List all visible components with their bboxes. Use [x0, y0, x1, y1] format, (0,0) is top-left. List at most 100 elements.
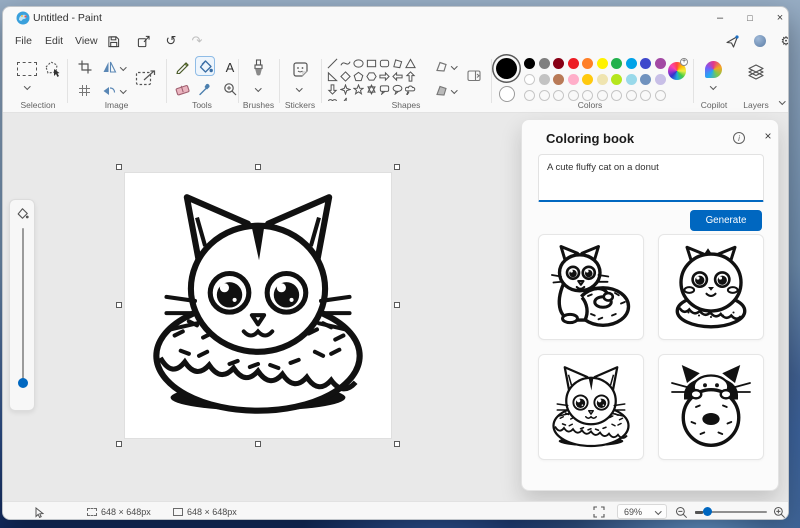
shape-rectangle[interactable] — [365, 57, 378, 70]
selection-handle[interactable] — [116, 441, 122, 447]
drawing-canvas[interactable] — [116, 164, 400, 447]
undo-icon[interactable]: ↺ — [162, 32, 180, 50]
palette-color[interactable] — [625, 58, 637, 69]
shape-hexagon[interactable] — [365, 70, 378, 83]
pencil-tool-icon[interactable] — [172, 57, 192, 77]
shape-pentagon[interactable] — [352, 70, 365, 83]
selection-handle[interactable] — [255, 441, 261, 447]
selection-handle[interactable] — [116, 164, 122, 170]
palette-color[interactable] — [553, 74, 564, 85]
text-tool-icon[interactable]: A — [220, 57, 240, 77]
rotate-dropdown-chevron[interactable] — [120, 87, 127, 94]
ribbon-collapse-chevron[interactable] — [779, 98, 786, 105]
shape-oval-callout[interactable] — [391, 83, 404, 96]
redo-icon[interactable]: ↷ — [188, 32, 206, 50]
zoom-in-icon[interactable] — [773, 502, 786, 519]
fill-tool-icon[interactable] — [195, 56, 215, 76]
palette-color[interactable] — [582, 58, 593, 69]
zoom-slider-thumb[interactable] — [703, 507, 712, 516]
palette-color[interactable] — [596, 74, 608, 85]
shape-curve[interactable] — [339, 57, 352, 70]
copilot-dropdown-chevron[interactable] — [710, 83, 717, 90]
shape-diamond[interactable] — [339, 70, 352, 83]
generated-thumbnail-2[interactable] — [658, 234, 764, 340]
generated-thumbnail-1[interactable] — [538, 234, 644, 340]
selection-handle[interactable] — [394, 164, 400, 170]
brushes-dropdown-chevron[interactable] — [255, 85, 262, 92]
shape-right-arrow[interactable] — [378, 70, 391, 83]
palette-color[interactable] — [524, 74, 535, 85]
shape-rounded-rectangle[interactable] — [378, 57, 391, 70]
menu-edit[interactable]: Edit — [41, 33, 67, 49]
shape-oval[interactable] — [352, 57, 365, 70]
palette-color[interactable] — [654, 58, 666, 69]
settings-gear-icon[interactable]: ⚙ — [777, 32, 788, 50]
rectangle-select-icon[interactable] — [17, 62, 37, 76]
magnifier-tool-icon[interactable] — [220, 79, 240, 99]
palette-color[interactable] — [640, 74, 651, 85]
palette-color[interactable] — [538, 58, 550, 69]
palette-color[interactable] — [611, 74, 622, 85]
selection-handle[interactable] — [116, 302, 122, 308]
palette-color[interactable] — [538, 74, 550, 85]
shape-five-point-star[interactable] — [352, 83, 365, 96]
shape-polygon[interactable] — [391, 57, 404, 70]
palette-color[interactable] — [524, 58, 535, 69]
palette-color[interactable] — [567, 74, 579, 85]
shapes-panel-expand-icon[interactable] — [466, 68, 483, 83]
stickers-dropdown-chevron[interactable] — [296, 85, 303, 92]
shape-cloud-callout[interactable] — [404, 83, 417, 96]
shape-fill-icon[interactable] — [433, 84, 448, 97]
shape-outline-icon[interactable] — [433, 60, 448, 73]
selection-dropdown-chevron[interactable] — [24, 83, 31, 90]
selection-handle[interactable] — [394, 302, 400, 308]
pattern-icon[interactable] — [78, 84, 91, 97]
shape-left-arrow[interactable] — [391, 70, 404, 83]
shape-six-point-star[interactable] — [365, 83, 378, 96]
selection-handle[interactable] — [394, 441, 400, 447]
color1-swatch[interactable] — [496, 58, 517, 79]
minimize-button[interactable]: – — [706, 7, 734, 29]
send-share-icon[interactable] — [723, 32, 741, 50]
resize-icon[interactable] — [135, 68, 157, 89]
sticker-icon[interactable] — [292, 61, 309, 78]
close-button[interactable]: × — [766, 7, 788, 29]
free-select-icon[interactable] — [43, 60, 60, 77]
panel-close-icon[interactable]: × — [760, 128, 776, 144]
tool-size-slider-track[interactable] — [22, 228, 24, 380]
copilot-icon[interactable] — [705, 61, 722, 78]
layers-icon[interactable] — [746, 63, 766, 83]
tool-size-slider-thumb[interactable] — [18, 378, 28, 388]
flip-dropdown-chevron[interactable] — [120, 64, 127, 71]
rotate-icon[interactable] — [102, 84, 116, 97]
menu-file[interactable]: File — [11, 33, 36, 49]
shape-four-point-star[interactable] — [339, 83, 352, 96]
palette-color[interactable] — [640, 58, 651, 69]
zoom-out-icon[interactable] — [675, 502, 688, 519]
shape-up-arrow[interactable] — [404, 70, 417, 83]
crop-icon[interactable] — [78, 60, 92, 74]
save-icon[interactable] — [104, 32, 122, 50]
shape-line[interactable] — [326, 57, 339, 70]
eraser-tool-icon[interactable] — [172, 79, 192, 99]
selection-handle[interactable] — [255, 164, 261, 170]
palette-color[interactable] — [596, 58, 608, 69]
share-icon[interactable] — [134, 32, 152, 50]
generated-thumbnail-4[interactable] — [658, 354, 764, 460]
palette-color[interactable] — [553, 58, 564, 69]
zoom-level-dropdown[interactable]: 69% — [617, 504, 667, 519]
palette-color[interactable] — [567, 58, 579, 69]
generated-thumbnail-3[interactable] — [538, 354, 644, 460]
account-icon[interactable] — [751, 32, 769, 50]
maximize-button[interactable]: □ — [736, 7, 764, 29]
menu-view[interactable]: View — [71, 33, 102, 49]
info-icon[interactable]: i — [733, 132, 745, 144]
fit-to-screen-icon[interactable] — [593, 502, 605, 519]
fill-dropdown-chevron[interactable] — [451, 87, 458, 94]
palette-color[interactable] — [654, 74, 666, 85]
generate-button[interactable]: Generate — [690, 210, 762, 231]
outline-dropdown-chevron[interactable] — [451, 63, 458, 70]
palette-color[interactable] — [625, 74, 637, 85]
palette-color[interactable] — [611, 58, 622, 69]
palette-color[interactable] — [582, 74, 593, 85]
